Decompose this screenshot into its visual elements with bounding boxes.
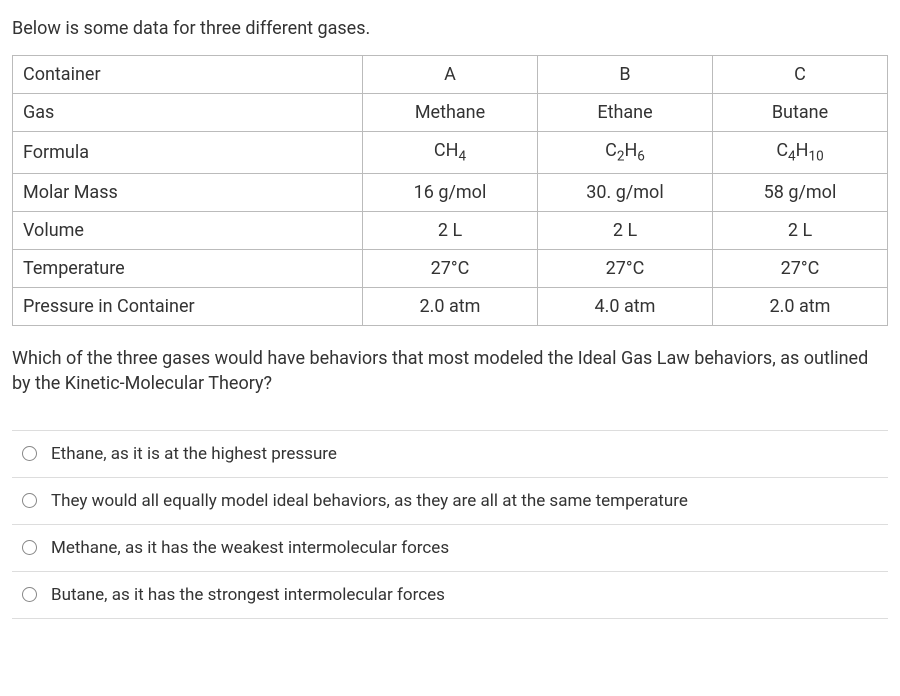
cell-b: 30. g/mol bbox=[538, 173, 713, 211]
option-label: Ethane, as it is at the highest pressure bbox=[51, 444, 337, 464]
row-label: Gas bbox=[13, 94, 363, 132]
cell-b: 2 L bbox=[538, 211, 713, 249]
cell-a: A bbox=[363, 56, 538, 94]
cell-a: Methane bbox=[363, 94, 538, 132]
row-label: Temperature bbox=[13, 249, 363, 287]
table-row: Gas Methane Ethane Butane bbox=[13, 94, 888, 132]
cell-c: Butane bbox=[713, 94, 888, 132]
option-label: They would all equally model ideal behav… bbox=[51, 491, 688, 511]
table-row: Molar Mass 16 g/mol 30. g/mol 58 g/mol bbox=[13, 173, 888, 211]
radio-icon bbox=[22, 587, 37, 602]
cell-b: C2H6 bbox=[538, 132, 713, 174]
radio-icon bbox=[22, 493, 37, 508]
cell-a: 16 g/mol bbox=[363, 173, 538, 211]
table-row: Container A B C bbox=[13, 56, 888, 94]
cell-a: 27°C bbox=[363, 249, 538, 287]
radio-icon bbox=[22, 446, 37, 461]
answer-options: Ethane, as it is at the highest pressure… bbox=[12, 430, 888, 619]
cell-a: 2 L bbox=[363, 211, 538, 249]
cell-b: B bbox=[538, 56, 713, 94]
gas-data-table: Container A B C Gas Methane Ethane Butan… bbox=[12, 55, 888, 326]
row-label: Container bbox=[13, 56, 363, 94]
cell-c: 27°C bbox=[713, 249, 888, 287]
cell-a: CH4 bbox=[363, 132, 538, 174]
table-row: Temperature 27°C 27°C 27°C bbox=[13, 249, 888, 287]
option-label: Methane, as it has the weakest intermole… bbox=[51, 538, 449, 558]
row-label: Pressure in Container bbox=[13, 287, 363, 325]
cell-a: 2.0 atm bbox=[363, 287, 538, 325]
option-methane[interactable]: Methane, as it has the weakest intermole… bbox=[12, 525, 888, 572]
row-label: Molar Mass bbox=[13, 173, 363, 211]
cell-c: C bbox=[713, 56, 888, 94]
option-label: Butane, as it has the strongest intermol… bbox=[51, 585, 445, 605]
option-butane[interactable]: Butane, as it has the strongest intermol… bbox=[12, 572, 888, 619]
cell-c: 2 L bbox=[713, 211, 888, 249]
cell-b: 4.0 atm bbox=[538, 287, 713, 325]
row-label: Volume bbox=[13, 211, 363, 249]
table-row: Volume 2 L 2 L 2 L bbox=[13, 211, 888, 249]
cell-c: 58 g/mol bbox=[713, 173, 888, 211]
cell-b: Ethane bbox=[538, 94, 713, 132]
radio-icon bbox=[22, 540, 37, 555]
option-all-equal[interactable]: They would all equally model ideal behav… bbox=[12, 478, 888, 525]
option-ethane[interactable]: Ethane, as it is at the highest pressure bbox=[12, 430, 888, 478]
cell-b: 27°C bbox=[538, 249, 713, 287]
table-row: Pressure in Container 2.0 atm 4.0 atm 2.… bbox=[13, 287, 888, 325]
row-label: Formula bbox=[13, 132, 363, 174]
cell-c: 2.0 atm bbox=[713, 287, 888, 325]
cell-c: C4H10 bbox=[713, 132, 888, 174]
intro-text: Below is some data for three different g… bbox=[12, 18, 888, 39]
question-text: Which of the three gases would have beha… bbox=[12, 346, 888, 396]
table-row: Formula CH4 C2H6 C4H10 bbox=[13, 132, 888, 174]
